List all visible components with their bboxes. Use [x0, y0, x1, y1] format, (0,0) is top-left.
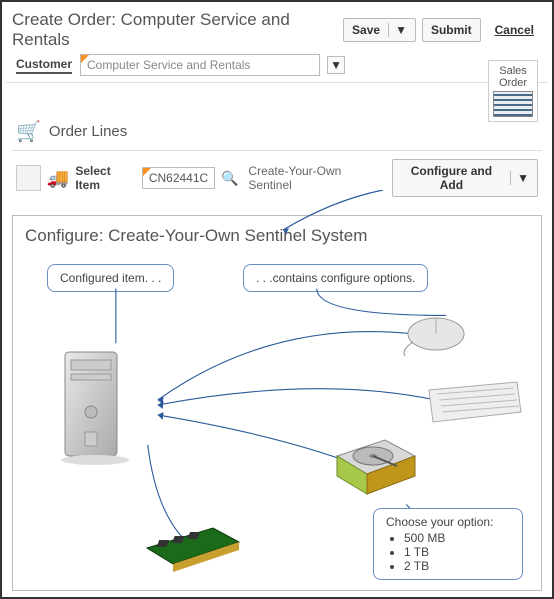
option-item: 2 TB — [404, 559, 510, 573]
option-item: 500 MB — [404, 531, 510, 545]
item-input[interactable]: CN62441C — [142, 167, 215, 189]
keyboard-icon — [423, 376, 523, 426]
ram-card-icon — [143, 524, 243, 574]
save-button[interactable]: Save ▼ — [343, 18, 416, 42]
search-icon[interactable]: 🔍 — [221, 170, 238, 187]
save-label: Save — [352, 23, 380, 37]
sales-order-icon — [493, 91, 533, 117]
customer-label: Customer — [16, 57, 72, 74]
sales-order-badge[interactable]: Sales Order — [488, 60, 538, 122]
cancel-button[interactable]: Cancel — [487, 19, 542, 41]
submit-button[interactable]: Submit — [422, 18, 481, 42]
truck-icon: 🚚 — [47, 168, 69, 189]
chevron-down-icon[interactable]: ▼ — [510, 171, 529, 185]
chevron-down-icon[interactable]: ▼ — [388, 23, 407, 37]
submit-label: Submit — [431, 23, 472, 37]
order-lines-title: Order Lines — [49, 123, 127, 140]
configure-add-label: Configure and Add — [401, 164, 502, 192]
callout-contains-options: . . .contains configure options. — [243, 264, 428, 292]
callout-choose-option: Choose your option: 500 MB 1 TB 2 TB — [373, 508, 523, 580]
hard-drive-icon — [331, 432, 421, 502]
customer-select[interactable]: Computer Service and Rentals — [80, 54, 320, 76]
configure-panel: Configure: Create-Your-Own Sentinel Syst… — [12, 215, 542, 591]
order-lines-section: 🛒 Order Lines 🚚 Select Item CN62441C 🔍 C… — [6, 113, 548, 205]
item-description: Create-Your-Own Sentinel — [248, 164, 381, 192]
select-item-label: Select Item — [75, 164, 135, 192]
sales-order-text1: Sales — [491, 65, 535, 77]
page-title: Create Order: Computer Service and Renta… — [12, 10, 343, 50]
computer-tower-icon — [55, 346, 145, 466]
option-item: 1 TB — [404, 545, 510, 559]
customer-value: Computer Service and Rentals — [87, 58, 250, 72]
configure-title: Configure: Create-Your-Own Sentinel Syst… — [25, 226, 529, 246]
options-heading: Choose your option: — [386, 515, 510, 529]
callout-configured-item: Configured item. . . — [47, 264, 174, 292]
sales-order-text2: Order — [491, 77, 535, 89]
mouse-icon — [401, 308, 471, 358]
header-actions: Save ▼ Submit Cancel — [343, 18, 542, 42]
cancel-label: Cancel — [495, 23, 534, 37]
configure-add-button[interactable]: Configure and Add ▼ — [392, 159, 538, 197]
customer-dropdown-icon[interactable]: ▼ — [327, 56, 345, 74]
item-value: CN62441C — [149, 171, 208, 185]
add-line-button[interactable] — [16, 165, 41, 191]
cart-icon: 🛒 — [16, 119, 41, 144]
